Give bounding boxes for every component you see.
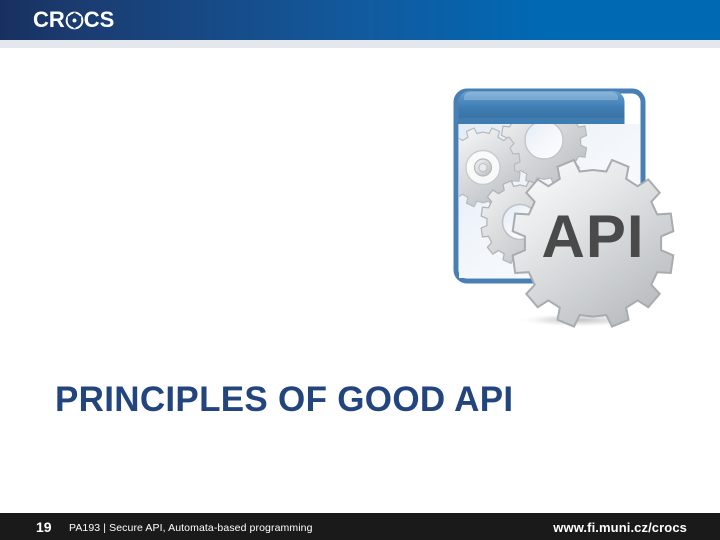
crocs-target-icon: [65, 11, 84, 30]
header-underline-band: [0, 40, 720, 48]
api-window-gears-illustration: API: [448, 88, 683, 336]
api-gear-label: API: [541, 203, 644, 270]
slide-canvas: CR CS API PRINCIPLES OF GOOD API 19 PA19…: [0, 0, 720, 540]
slide-number: 19: [36, 519, 52, 535]
footer-course-label: PA193 | Secure API, Automata-based progr…: [69, 522, 313, 534]
page-title: PRINCIPLES OF GOOD API: [55, 380, 514, 419]
logo-text-before: CR: [33, 7, 65, 32]
crocs-logo: CR CS: [33, 7, 114, 33]
logo-text-after: CS: [83, 7, 115, 32]
footer-url: www.fi.muni.cz/crocs: [553, 520, 687, 535]
